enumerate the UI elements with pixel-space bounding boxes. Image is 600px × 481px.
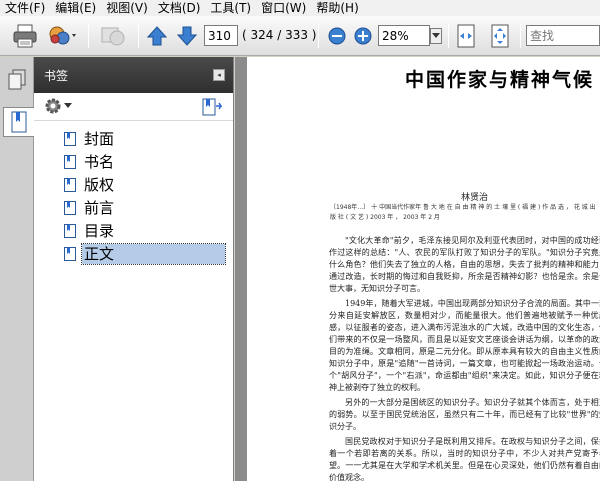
options-gear-icon[interactable]	[44, 97, 72, 115]
document-area[interactable]: 中国作家与精神气候 林贤治 〔1948年…〕 十 中国当代作家年 鲁 大 地 在…	[235, 57, 600, 481]
document-author: 林贤治	[461, 193, 489, 203]
zoom-input[interactable]	[378, 25, 430, 46]
paragraph: 国民党政权对于知识分子是既利用又排斥。在政权与知识分子之间，保持着一个若即若离的…	[329, 437, 600, 481]
disabled-icon	[96, 22, 130, 50]
zoom-dropdown-icon[interactable]	[430, 28, 442, 44]
search-input[interactable]	[526, 25, 600, 46]
collapse-panel-icon[interactable]: ◂	[213, 69, 225, 81]
bookmark-label: 前言	[84, 198, 115, 217]
fit-width-icon[interactable]	[454, 22, 478, 50]
print-icon[interactable]	[10, 22, 40, 50]
bookmarks-icon[interactable]	[3, 107, 34, 137]
pages-icon[interactable]	[4, 65, 30, 95]
bookmark-icon	[64, 177, 76, 192]
paragraph: "文化大革命"前夕，毛泽东接见阿尔及利亚代表团时，对中国的成功经验作过这样的总结…	[329, 236, 600, 293]
menu-document[interactable]: 文档(D)	[153, 0, 206, 16]
zoom-in-icon[interactable]	[352, 22, 374, 50]
comment-icon[interactable]	[46, 22, 80, 50]
next-page-icon[interactable]	[174, 22, 200, 50]
toolbar-separator	[520, 24, 521, 48]
document-page: 中国作家与精神气候 林贤治 〔1948年…〕 十 中国当代作家年 鲁 大 地 在…	[247, 57, 600, 481]
menu-bar: 文件(F) 编辑(E) 视图(V) 文档(D) 工具(T) 窗口(W) 帮助(H…	[0, 0, 600, 16]
toolbar-separator	[318, 24, 319, 48]
bookmark-item-preface[interactable]: 前言	[34, 196, 233, 219]
page-number-input[interactable]	[204, 25, 238, 46]
document-body: "文化大革命"前夕，毛泽东接见阿尔及利亚代表团时，对中国的成功经验作过这样的总结…	[329, 235, 600, 481]
zoom-out-icon[interactable]	[326, 22, 348, 50]
panel-toolbar	[34, 93, 233, 121]
new-bookmark-icon[interactable]	[202, 98, 223, 119]
menu-view[interactable]: 视图(V)	[101, 0, 153, 16]
toolbar: ( 324 / 333 )	[0, 16, 600, 56]
menu-tools[interactable]: 工具(T)	[205, 0, 256, 16]
bookmark-icon	[64, 223, 76, 238]
bookmark-label: 目录	[84, 221, 115, 240]
paragraph: 1949年，随着大军进城，中国出现两部分知识分子合流的局面。其中一部分来自延安解…	[329, 299, 600, 392]
toolbar-separator	[138, 24, 139, 48]
bookmark-item-body[interactable]: 正文	[34, 242, 233, 265]
panel-header: 书签 ◂	[34, 57, 233, 93]
panel-title: 书签	[44, 68, 69, 83]
bookmark-item-copyright[interactable]: 版权	[34, 173, 233, 196]
toolbar-separator	[448, 24, 449, 48]
page-count: ( 324 / 333 )	[242, 28, 317, 42]
prev-page-icon[interactable]	[144, 22, 170, 50]
bookmark-item-cover[interactable]: 封面	[34, 127, 233, 150]
bookmark-icon	[64, 246, 76, 261]
toolbar-separator	[88, 24, 89, 48]
bookmark-icon	[64, 200, 76, 215]
navigation-pane	[0, 57, 34, 481]
menu-edit[interactable]: 编辑(E)	[50, 0, 101, 16]
bookmark-label: 封面	[84, 129, 115, 148]
document-note: 〔1948年…〕 十 中国当代作家年 鲁 大 地 在 自 由 精 神 的 土 壤…	[330, 204, 596, 221]
fit-page-icon[interactable]	[488, 22, 512, 50]
menu-help[interactable]: 帮助(H)	[311, 0, 363, 16]
bookmark-label: 版权	[84, 175, 115, 194]
paragraph: 另外的一大部分是国统区的知识分子。知识分子就其个体而言，处于相对的弱势。以至于国…	[329, 398, 600, 431]
document-title: 中国作家与精神气候	[405, 69, 595, 91]
bookmark-label: 正文	[81, 242, 226, 265]
bookmark-item-title[interactable]: 书名	[34, 150, 233, 173]
bookmark-label: 书名	[84, 152, 115, 171]
bookmark-icon	[64, 131, 76, 146]
bookmarks-panel: 书签 ◂ 封面 书名 版权 前言 目录 正文	[34, 57, 234, 481]
bookmark-icon	[64, 154, 76, 169]
menu-window[interactable]: 窗口(W)	[256, 0, 311, 16]
menu-file[interactable]: 文件(F)	[0, 0, 50, 16]
bookmark-list: 封面 书名 版权 前言 目录 正文	[34, 121, 233, 265]
bookmark-item-contents[interactable]: 目录	[34, 219, 233, 242]
